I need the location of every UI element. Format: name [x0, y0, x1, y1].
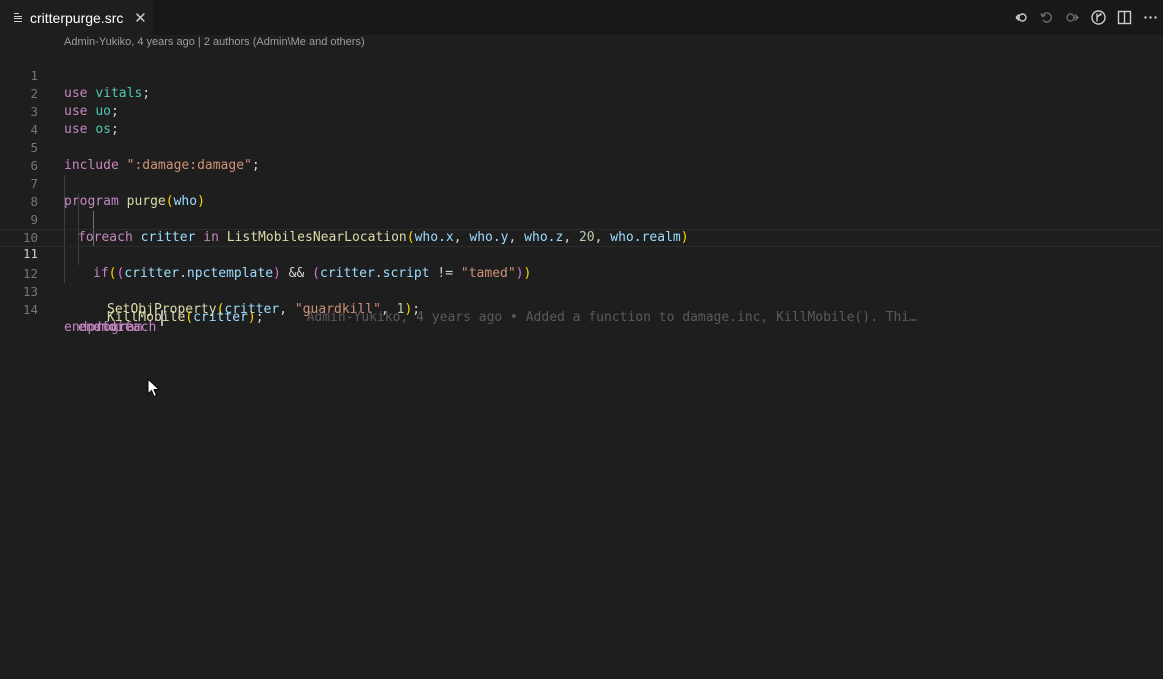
- code-line: 9 if((critter.npctemplate) && (critter.s…: [0, 193, 1163, 281]
- close-icon[interactable]: ✕: [133, 10, 147, 25]
- code-line: 3 use os;: [0, 85, 1163, 137]
- indent-guide: [78, 193, 79, 211]
- revert-changes-icon[interactable]: [1033, 0, 1059, 35]
- editor-tab-bar: critterpurge.src ✕: [0, 0, 1163, 35]
- indent-guide: [64, 230, 65, 246]
- gitlens-icon[interactable]: [1085, 0, 1111, 35]
- line-number: 14: [22, 302, 38, 317]
- indent-guide: [64, 265, 65, 283]
- indent-guide: [78, 247, 79, 265]
- inline-blame[interactable]: Admin-Yukiko, 4 years ago • Added a func…: [307, 310, 917, 325]
- code-line: 4: [0, 103, 1163, 137]
- code-line: 7 program purge(who): [0, 157, 1163, 209]
- git-blame-back-icon[interactable]: [1007, 0, 1033, 35]
- code-line: 8 foreach critter in ListMobilesNearLoca…: [0, 175, 1163, 245]
- blame-codelens[interactable]: Admin-Yukiko, 4 years ago | 2 authors (A…: [64, 36, 365, 48]
- indent-guide: [64, 175, 65, 193]
- git-blame-forward-icon[interactable]: [1059, 0, 1085, 35]
- indent-guide: [93, 230, 94, 246]
- code-line: 10 SetObjProperty(critter, "guardkill", …: [0, 211, 1163, 317]
- code-line: 13 endforeach: [0, 265, 1163, 335]
- code-line: 1 use vitals;: [0, 49, 1163, 101]
- current-code-line: 11 KillMobile(critter); Admin-Yukiko, 4 y…: [0, 229, 1163, 326]
- menu-lines-icon: [14, 13, 24, 22]
- more-actions-icon[interactable]: [1137, 0, 1163, 35]
- tab-title: critterpurge.src: [30, 9, 124, 26]
- indent-guide: [64, 211, 65, 229]
- code-line: 2 use uo;: [0, 67, 1163, 119]
- indent-guide: [93, 211, 94, 229]
- code-line: 14 endprogram: [0, 283, 1163, 335]
- code-editor[interactable]: 1 use vitals; 2 use uo; 3 use os; 4 5 in…: [0, 49, 1163, 335]
- indent-guide: [64, 247, 65, 265]
- code-line: 5 include ":damage:damage";: [0, 121, 1163, 173]
- indent-guide: [78, 230, 79, 246]
- split-editor-icon[interactable]: [1111, 0, 1137, 35]
- indent-guide: [78, 211, 79, 229]
- indent-guide: [64, 193, 65, 211]
- editor-tab[interactable]: critterpurge.src ✕: [0, 0, 153, 35]
- editor-actions: [1007, 0, 1163, 35]
- code-line: 12 endif: [0, 247, 1163, 335]
- code-line: 6: [0, 139, 1163, 173]
- mouse-pointer-icon: [147, 377, 161, 402]
